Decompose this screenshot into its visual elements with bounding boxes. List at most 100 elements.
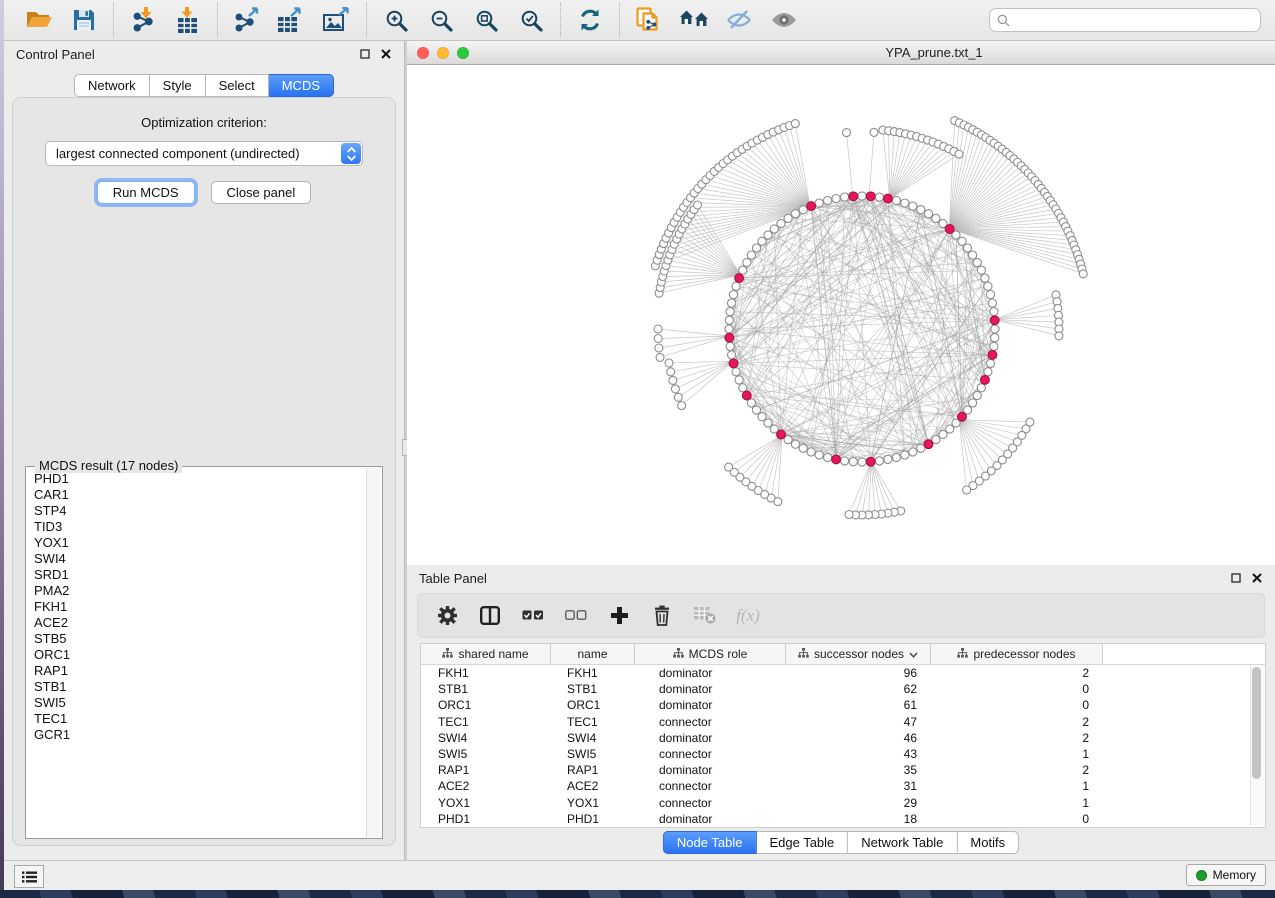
network-node[interactable] [824,453,832,461]
network-node[interactable] [981,274,989,282]
mcds-result-item[interactable]: SWI5 [34,695,366,711]
table-row[interactable]: SWI4SWI4dominator462 [421,730,1265,746]
mcds-result-item[interactable]: CAR1 [34,487,366,503]
network-node[interactable] [875,193,883,201]
network-hub-node[interactable] [849,192,858,201]
network-node[interactable] [815,199,823,207]
tab-mcds[interactable]: MCDS [269,74,334,97]
delete-column-icon[interactable] [649,604,675,628]
network-hub-node[interactable] [807,202,816,211]
save-session-icon[interactable] [66,4,102,36]
column-header-shared-name[interactable]: shared name [421,644,551,664]
table-row[interactable]: YOX1YOX1connector291 [421,795,1265,811]
network-node[interactable] [739,384,747,392]
network-node[interactable] [973,391,981,399]
table-scrollbar-thumb[interactable] [1252,667,1261,779]
network-node[interactable] [845,511,853,519]
network-node[interactable] [875,457,883,465]
network-node[interactable] [799,444,807,452]
network-hub-node[interactable] [884,194,893,203]
network-node[interactable] [909,202,917,210]
network-node[interactable] [791,210,799,218]
table-row[interactable]: SWI5SWI5connector431 [421,746,1265,762]
open-file-icon[interactable] [21,4,57,36]
network-node[interactable] [901,199,909,207]
toggle-panel-icon[interactable] [477,604,503,628]
network-hub-node[interactable] [735,274,744,283]
network-node[interactable] [991,325,999,333]
network-node[interactable] [984,368,992,376]
network-node[interactable] [884,455,892,463]
network-node[interactable] [984,282,992,290]
function-builder-icon[interactable]: f(x) [735,604,761,628]
network-hub-node[interactable] [990,316,999,325]
network-node[interactable] [849,458,857,466]
hide-selected-icon[interactable] [721,4,757,36]
close-panel-button[interactable]: Close panel [211,181,312,204]
network-node[interactable] [988,299,996,307]
network-node[interactable] [694,201,702,209]
network-node[interactable] [674,393,682,401]
mcds-result-item[interactable]: GCR1 [34,727,366,743]
zoom-selected-icon[interactable] [513,4,549,36]
close-icon[interactable] [1251,572,1263,584]
network-node[interactable] [990,308,998,316]
network-node[interactable] [955,150,963,158]
network-node[interactable] [870,128,878,136]
network-node[interactable] [678,402,686,410]
first-neighbors-icon[interactable] [676,4,712,36]
network-node[interactable] [665,359,673,367]
mcds-result-item[interactable]: TID3 [34,519,366,535]
network-node[interactable] [917,444,925,452]
mcds-result-list[interactable]: PHD1CAR1STP4TID3YOX1SWI4SRD1PMA2FKH1ACE2… [28,471,366,836]
mcds-result-item[interactable]: STP4 [34,503,366,519]
network-hub-node[interactable] [729,359,738,368]
select-all-icon[interactable] [520,604,546,628]
network-hub-node[interactable] [866,457,875,466]
export-image-icon[interactable] [319,4,355,36]
table-row[interactable]: FKH1FKH1dominator962 [421,665,1265,681]
mcds-result-item[interactable]: SWI4 [34,551,366,567]
network-node[interactable] [969,251,977,259]
mcds-result-item[interactable]: PMA2 [34,583,366,599]
tab-edge-table[interactable]: Edge Table [756,831,848,854]
zoom-out-icon[interactable] [423,4,459,36]
mcds-result-item[interactable]: YOX1 [34,535,366,551]
network-node[interactable] [791,440,799,448]
network-node[interactable] [977,384,985,392]
table-row[interactable]: PHD1PHD1dominator180 [421,811,1265,827]
network-hub-node[interactable] [777,430,786,439]
network-node[interactable] [654,325,662,333]
mcds-result-item[interactable]: PHD1 [34,471,366,487]
network-node[interactable] [858,192,866,200]
network-node[interactable] [1079,270,1087,278]
window-minimize-traffic-light[interactable] [437,47,449,59]
run-mcds-button[interactable]: Run MCDS [97,181,195,204]
network-node[interactable] [969,399,977,407]
network-node[interactable] [728,299,736,307]
window-zoom-traffic-light[interactable] [457,47,469,59]
float-icon[interactable] [1230,572,1242,584]
mcds-result-item[interactable]: SRD1 [34,567,366,583]
network-node[interactable] [858,458,866,466]
table-row[interactable]: ACE2ACE2connector311 [421,778,1265,794]
network-node[interactable] [1055,332,1063,340]
mcds-result-item[interactable]: STB5 [34,631,366,647]
network-node[interactable] [815,451,823,459]
network-canvas[interactable] [407,65,1275,565]
network-hub-node[interactable] [981,376,990,385]
network-node[interactable] [963,486,971,494]
network-node[interactable] [784,214,792,222]
search-box[interactable] [989,8,1261,32]
network-node[interactable] [991,334,999,342]
table-row[interactable]: STB1STB1dominator620 [421,681,1265,697]
column-header-name[interactable]: name [551,644,635,664]
tab-node-table[interactable]: Node Table [663,831,757,854]
optimization-criterion-select[interactable]: largest connected component (undirected) [45,141,363,166]
deselect-all-icon[interactable] [563,604,589,628]
network-node[interactable] [743,258,751,266]
network-node[interactable] [777,219,785,227]
settings-gear-icon[interactable] [434,604,460,628]
network-node[interactable] [732,368,740,376]
network-node[interactable] [725,316,733,324]
